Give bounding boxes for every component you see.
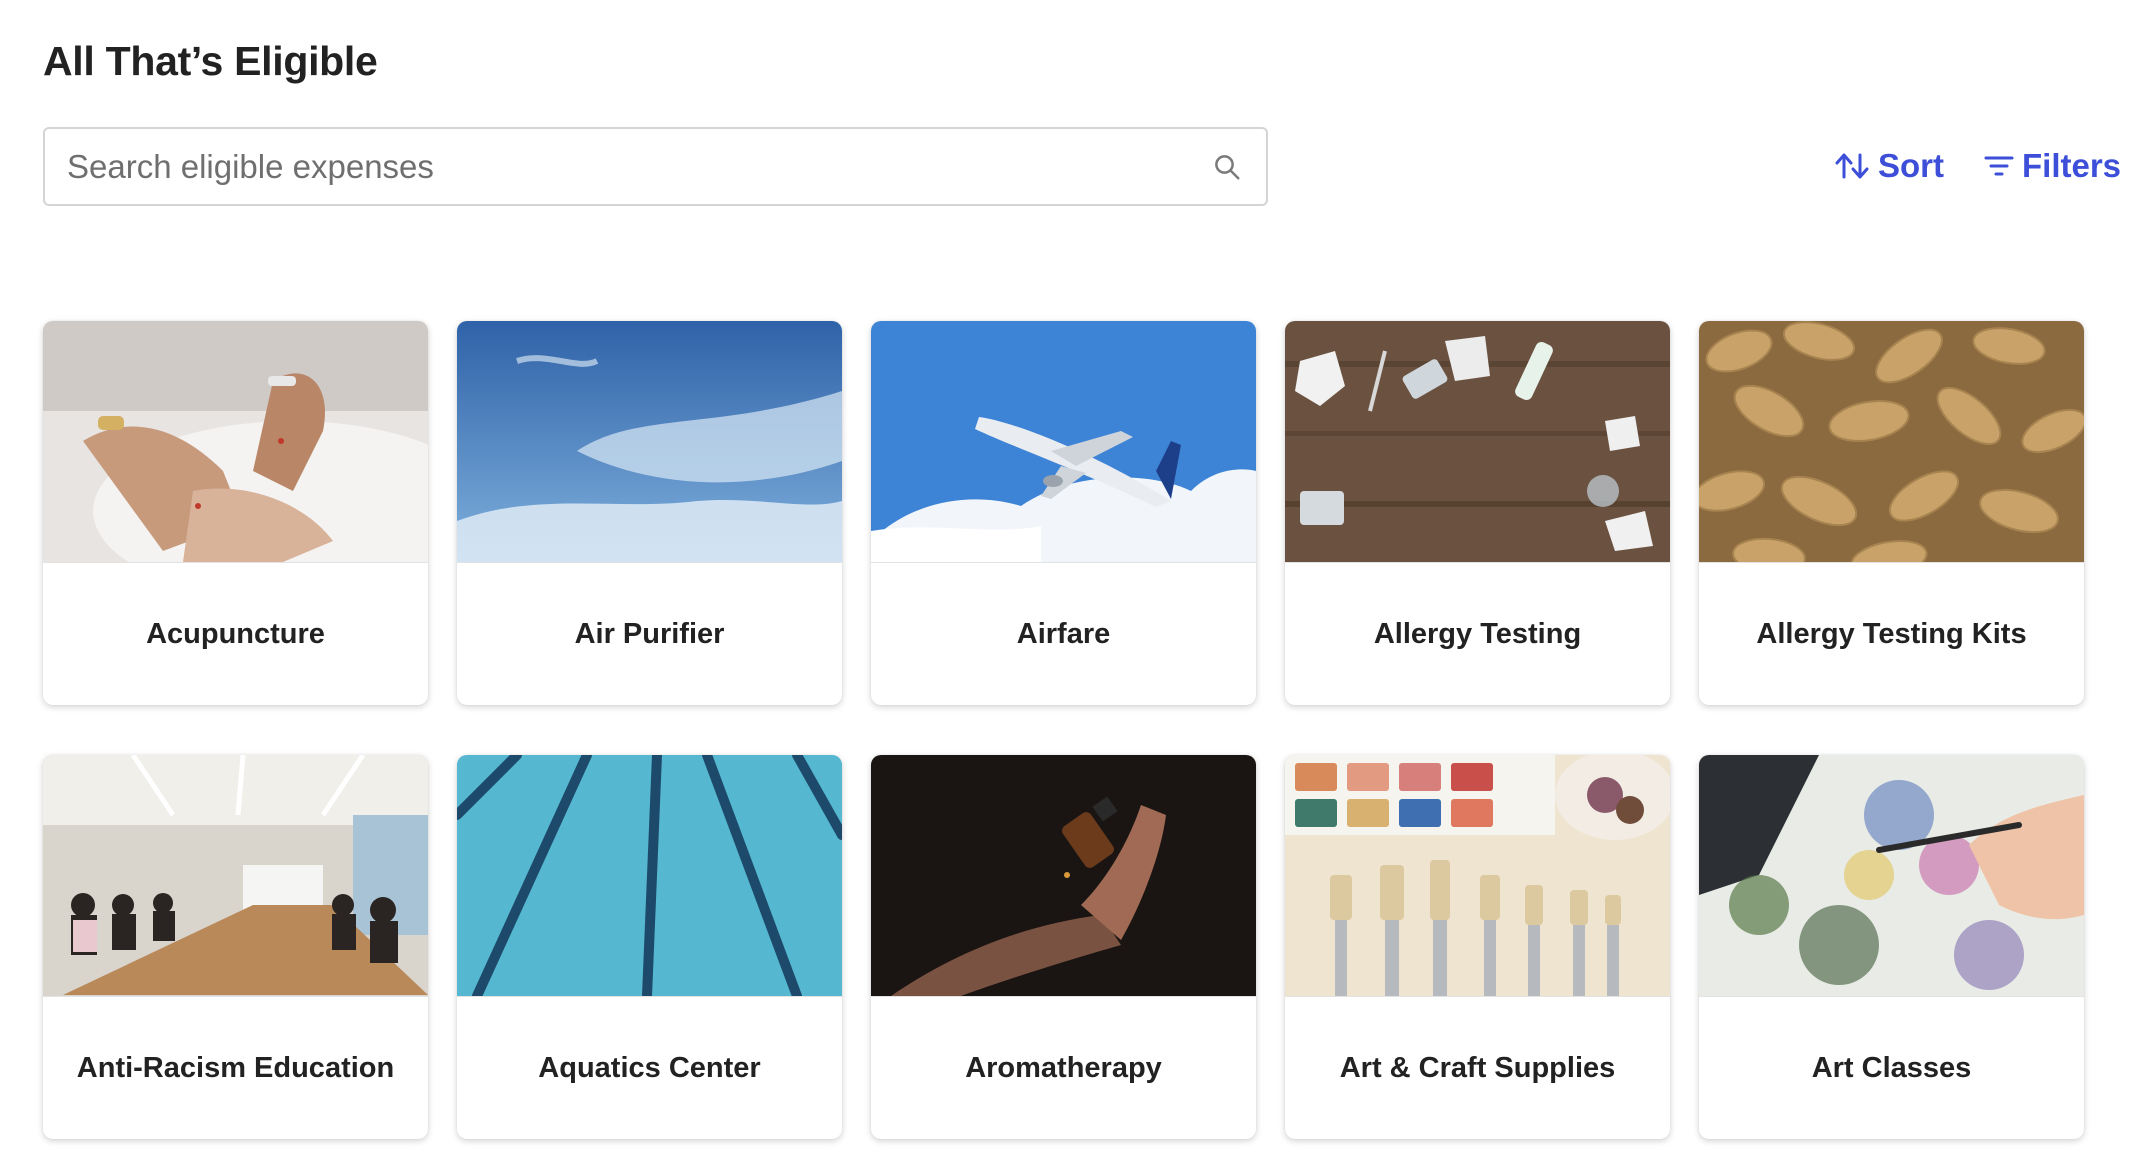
essential-oil-photo (871, 755, 1256, 997)
card-allergy-testing-kits[interactable]: Allergy Testing Kits (1699, 321, 2084, 705)
card-label: Aromatherapy (965, 1052, 1162, 1084)
card-label: Allergy Testing (1373, 618, 1582, 650)
card-art-classes[interactable]: Art Classes (1699, 755, 2084, 1139)
card-airfare[interactable]: Airfare (871, 321, 1256, 705)
sort-label: Sort (1878, 147, 1944, 184)
swimming-pool-photo (457, 755, 842, 997)
card-label: Art & Craft Supplies (1339, 1052, 1616, 1084)
filters-label: Filters (2022, 147, 2122, 184)
airplane-photo (871, 321, 1256, 563)
peanuts-photo (1699, 321, 2084, 563)
card-air-purifier[interactable]: Air Purifier (457, 321, 842, 705)
card-label: Acupuncture (146, 618, 325, 650)
page-title: All That’s Eligible (43, 38, 378, 84)
card-label: Art Classes (1811, 1052, 1972, 1084)
filters-button[interactable]: Filters (1984, 140, 2121, 192)
allergy-testing-photo (1285, 321, 1670, 563)
search-input[interactable] (45, 129, 1210, 204)
sky-photo (457, 321, 842, 563)
watercolor-painting-photo (1699, 755, 2084, 997)
card-acupuncture[interactable]: Acupuncture (43, 321, 428, 705)
sort-button[interactable]: Sort (1834, 140, 1944, 192)
card-label: Allergy Testing Kits (1756, 618, 2027, 650)
card-aquatics-center[interactable]: Aquatics Center (457, 755, 842, 1139)
card-anti-racism-education[interactable]: Anti-Racism Education (43, 755, 428, 1139)
filter-lines-icon (1984, 154, 2014, 178)
page: All That’s Eligible Sort (0, 0, 2142, 1160)
conference-room-photo (43, 755, 428, 997)
card-art-craft-supplies[interactable]: Art & Craft Supplies (1285, 755, 1670, 1139)
card-label: Airfare (1016, 618, 1111, 650)
acupuncture-photo (43, 321, 428, 563)
card-aromatherapy[interactable]: Aromatherapy (871, 755, 1256, 1139)
card-label: Air Purifier (574, 618, 725, 650)
paints-brushes-photo (1285, 755, 1670, 997)
card-label: Anti-Racism Education (76, 1052, 395, 1084)
eligible-expenses-grid: Acupuncture Air Purifier Airfare Allergy… (43, 321, 2084, 1139)
card-label: Aquatics Center (538, 1052, 761, 1084)
search-icon[interactable] (1210, 150, 1244, 184)
card-allergy-testing[interactable]: Allergy Testing (1285, 321, 1670, 705)
search-box[interactable] (43, 127, 1268, 206)
sort-arrows-icon (1834, 151, 1870, 181)
